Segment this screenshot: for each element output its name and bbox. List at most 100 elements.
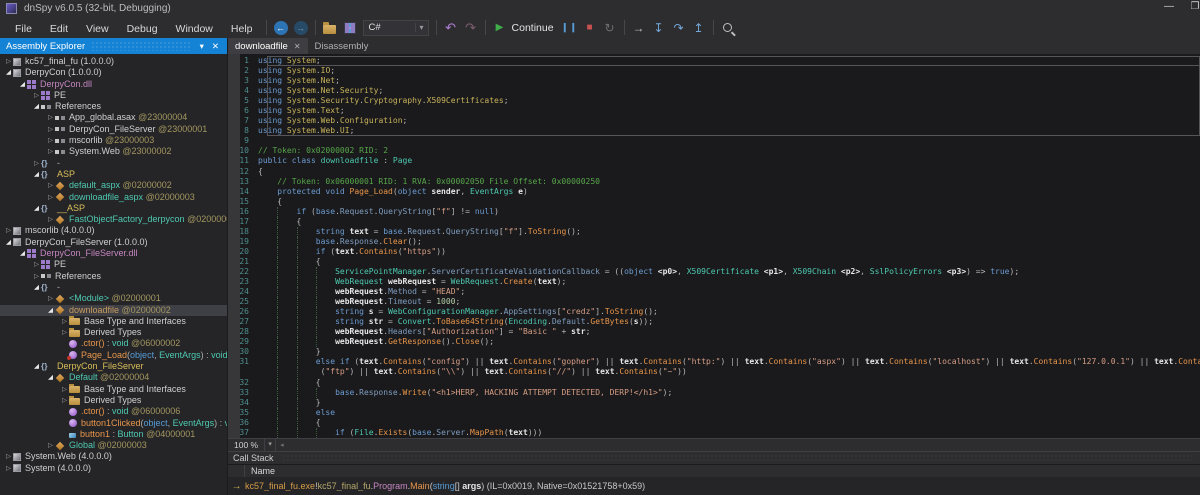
tree-item[interactable]: ▷Global @02000003	[0, 440, 227, 451]
expander-collapsed-icon[interactable]: ▷	[46, 192, 55, 203]
menu-help[interactable]: Help	[222, 21, 262, 37]
code-line[interactable]: 30}	[228, 347, 1200, 357]
tree-item[interactable]: ▷References	[0, 271, 227, 282]
expander-collapsed-icon[interactable]: ▷	[32, 271, 41, 282]
tree-item[interactable]: Page_Load(object, EventArgs) : void @060…	[0, 350, 227, 361]
tree-item[interactable]: ▷System.Web @23000002	[0, 146, 227, 157]
tree-item[interactable]: ◢Default @02000004	[0, 372, 227, 383]
expander-collapsed-icon[interactable]: ▷	[46, 146, 55, 157]
code-line[interactable]: 27string str = Convert.ToBase64String(En…	[228, 317, 1200, 327]
code-line[interactable]: 5using System.Security.Cryptography.X509…	[228, 96, 1200, 106]
tab-close-icon[interactable]: ✕	[294, 42, 301, 51]
tree-item[interactable]: ◢{}ASP	[0, 169, 227, 180]
zoom-level[interactable]: 100 %	[228, 440, 264, 450]
expander-open-icon[interactable]: ◢	[32, 101, 41, 112]
tree-item[interactable]: button1Clicked(object, EventArgs) : void…	[0, 418, 227, 429]
tab-disassembly[interactable]: Disassembly	[308, 38, 376, 54]
undo-button[interactable]: ↶	[441, 19, 461, 37]
code-line[interactable]: 2using System.IO;	[228, 66, 1200, 76]
expander-collapsed-icon[interactable]: ▷	[46, 214, 55, 225]
pause-button[interactable]: ❙❙	[560, 19, 580, 37]
expander-collapsed-icon[interactable]: ▷	[46, 112, 55, 123]
code-line[interactable]: 6using System.Text;	[228, 106, 1200, 116]
expander-collapsed-icon[interactable]: ▷	[60, 316, 69, 327]
expander-collapsed-icon[interactable]: ▷	[46, 180, 55, 191]
code-editor[interactable]: 1using System;2using System.IO;3using Sy…	[228, 54, 1200, 438]
show-next-statement-button[interactable]: →	[629, 19, 649, 37]
code-line[interactable]: 15{	[228, 197, 1200, 207]
code-line[interactable]: 19base.Response.Clear();	[228, 237, 1200, 247]
horizontal-scrollbar[interactable]	[288, 439, 1200, 451]
tab-downloadfile[interactable]: downloadfile✕	[228, 38, 308, 54]
restore-button[interactable]: ❐	[1182, 0, 1200, 15]
tree-item[interactable]: ▷Base Type and Interfaces	[0, 316, 227, 327]
expander-open-icon[interactable]: ◢	[4, 237, 13, 248]
expander-collapsed-icon[interactable]: ▷	[32, 158, 41, 169]
code-line[interactable]: 11public class downloadfile : Page	[228, 156, 1200, 166]
tree-item[interactable]: ◢downloadfile @02000002	[0, 305, 227, 316]
language-combobox[interactable]: C# ▾	[363, 20, 429, 36]
tree-item[interactable]: ◢DerpyCon_FileServer (1.0.0.0)	[0, 237, 227, 248]
call-stack-frame-row[interactable]: → kc57_final_fu.exe!kc57_final_fu.Progra…	[228, 477, 1200, 495]
tree-item[interactable]: ▷default_aspx @02000002	[0, 180, 227, 191]
expander-collapsed-icon[interactable]: ▷	[46, 440, 55, 451]
tree-item[interactable]: ▷Base Type and Interfaces	[0, 384, 227, 395]
code-line[interactable]: ("ftp") || text.Contains("\\") || text.C…	[228, 367, 1200, 377]
expander-collapsed-icon[interactable]: ▷	[4, 56, 13, 67]
tree-item[interactable]: ▷mscorlib @23000003	[0, 135, 227, 146]
expander-collapsed-icon[interactable]: ▷	[4, 463, 13, 474]
code-line[interactable]: 10// Token: 0x02000002 RID: 2	[228, 146, 1200, 156]
code-line[interactable]: 9	[228, 136, 1200, 146]
code-line[interactable]: 14protected void Page_Load(object sender…	[228, 187, 1200, 197]
expander-collapsed-icon[interactable]: ▷	[4, 225, 13, 236]
code-line[interactable]: 36{	[228, 418, 1200, 428]
tree-item[interactable]: ▷<Module> @02000001	[0, 293, 227, 304]
tree-item[interactable]: ◢DerpyCon (1.0.0.0)	[0, 67, 227, 78]
panel-close-icon[interactable]: ✕	[208, 41, 223, 52]
code-line[interactable]: 34}	[228, 398, 1200, 408]
code-line[interactable]: 7using System.Web.Configuration;	[228, 116, 1200, 126]
code-line[interactable]: 20if (text.Contains("https"))	[228, 247, 1200, 257]
code-line[interactable]: 18string text = base.Request.QueryString…	[228, 227, 1200, 237]
navigate-back-button[interactable]: ←	[271, 19, 291, 37]
tree-item[interactable]: ▷System.Web (4.0.0.0)	[0, 451, 227, 462]
expander-open-icon[interactable]: ◢	[32, 203, 41, 214]
expander-collapsed-icon[interactable]: ▷	[60, 384, 69, 395]
hscroll-left-arrow-icon[interactable]: ◂	[276, 441, 288, 449]
expander-collapsed-icon[interactable]: ▷	[60, 395, 69, 406]
tree-item[interactable]: ▷FastObjectFactory_derpycon @02000004	[0, 214, 227, 225]
expander-collapsed-icon[interactable]: ▷	[46, 293, 55, 304]
code-line[interactable]: 22ServicePointManager.ServerCertificateV…	[228, 267, 1200, 277]
code-line[interactable]: 37if (File.Exists(base.Server.MapPath(te…	[228, 428, 1200, 438]
tree-item[interactable]: ▷Derived Types	[0, 327, 227, 338]
expander-open-icon[interactable]: ◢	[46, 305, 55, 316]
name-column-header[interactable]: Name	[245, 466, 275, 476]
code-line[interactable]: 25webRequest.Timeout = 1000;	[228, 297, 1200, 307]
tree-item[interactable]: .ctor() : void @06000002	[0, 338, 227, 349]
tree-item[interactable]: ▷App_global.asax @23000004	[0, 112, 227, 123]
tree-item[interactable]: ▷PE	[0, 90, 227, 101]
tree-item[interactable]: ◢DerpyCon_FileServer.dll	[0, 248, 227, 259]
call-stack-header[interactable]: Call Stack	[228, 451, 1200, 464]
zoom-dropdown-icon[interactable]: ▾	[264, 439, 276, 451]
expander-open-icon[interactable]: ◢	[18, 248, 27, 259]
code-line[interactable]: 28webRequest.Headers["Authorization"] = …	[228, 327, 1200, 337]
tree-item[interactable]: ▷downloadfile_aspx @02000003	[0, 192, 227, 203]
code-line[interactable]: 3using System.Net;	[228, 76, 1200, 86]
menu-debug[interactable]: Debug	[118, 21, 167, 37]
code-line[interactable]: 4using System.Net.Security;	[228, 86, 1200, 96]
code-line[interactable]: 12{	[228, 167, 1200, 177]
tree-item[interactable]: ▷PE	[0, 259, 227, 270]
code-line[interactable]: 31else if (text.Contains("config") || te…	[228, 357, 1200, 367]
tree-item[interactable]: ▷kc57_final_fu (1.0.0.0)	[0, 56, 227, 67]
tree-item[interactable]: ◢DerpyCon.dll	[0, 79, 227, 90]
expander-collapsed-icon[interactable]: ▷	[46, 124, 55, 135]
expander-collapsed-icon[interactable]: ▷	[46, 135, 55, 146]
expander-open-icon[interactable]: ◢	[32, 282, 41, 293]
expander-open-icon[interactable]: ◢	[4, 67, 13, 78]
menu-edit[interactable]: Edit	[41, 21, 77, 37]
assembly-list-button[interactable]	[340, 19, 360, 37]
breakpoint-gutter[interactable]	[228, 54, 240, 438]
code-line[interactable]: 21{	[228, 257, 1200, 267]
expander-collapsed-icon[interactable]: ▷	[32, 259, 41, 270]
